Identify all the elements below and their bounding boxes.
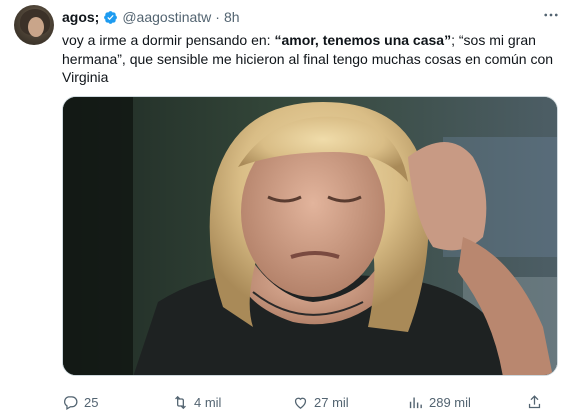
reply-count: 25: [84, 394, 99, 410]
avatar-face: [28, 17, 44, 37]
tweet-text: voy a irme a dormir pensando en: “amor, …: [62, 31, 562, 87]
separator-dot: ·: [215, 9, 220, 25]
media-photo: [63, 97, 557, 375]
share-icon: [528, 394, 541, 408]
tweet-text-bold-quote: “amor, tenemos una casa”: [274, 32, 452, 48]
timestamp[interactable]: 8h: [224, 9, 240, 25]
more-options-icon[interactable]: [542, 6, 560, 29]
like-count: 27 mil: [314, 394, 349, 410]
tweet-actions: 25 4 mil 27 mil 289 mil: [62, 391, 558, 413]
share-button[interactable]: [526, 394, 548, 411]
verified-badge-icon: [103, 10, 118, 25]
avatar[interactable]: [14, 5, 54, 45]
author-name[interactable]: agos;: [62, 9, 99, 25]
tweet-text-part1: voy a irme a dormir pensando en:: [62, 32, 275, 48]
reply-icon: [64, 395, 78, 410]
tweet-header: agos; @aagostinatw · 8h: [62, 8, 562, 26]
retweet-count: 4 mil: [194, 394, 222, 410]
like-button[interactable]: 27 mil: [292, 394, 349, 411]
tweet-card[interactable]: agos; @aagostinatw · 8h voy a irme a dor…: [0, 0, 576, 420]
reply-button[interactable]: 25: [62, 394, 98, 411]
retweet-button[interactable]: 4 mil: [172, 394, 221, 411]
heart-icon: [294, 397, 307, 409]
retweet-icon: [175, 395, 186, 409]
tweet-media-image[interactable]: [62, 96, 558, 376]
views-button[interactable]: 289 mil: [407, 394, 471, 411]
views-bar-chart-icon: [409, 397, 422, 408]
author-handle[interactable]: @aagostinatw: [122, 9, 211, 25]
views-count: 289 mil: [429, 394, 471, 410]
